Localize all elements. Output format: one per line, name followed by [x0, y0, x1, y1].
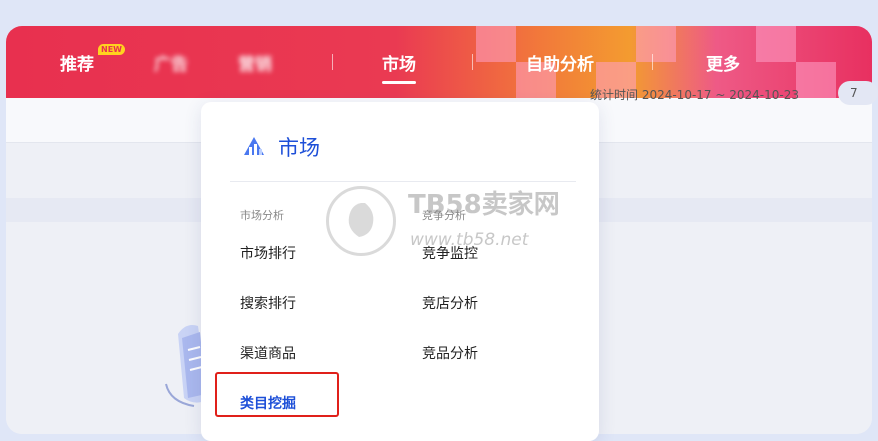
nav-decoration — [756, 26, 796, 62]
watermark-logo-icon — [326, 186, 396, 256]
nav-item-market[interactable]: 市场 — [382, 26, 416, 98]
nav-item-label: 广告 — [154, 54, 188, 75]
nav-item-recommend[interactable]: 推荐 NEW — [60, 26, 125, 98]
menu-item-category-mining[interactable]: 类目挖掘 — [240, 393, 296, 413]
new-badge: NEW — [98, 44, 125, 55]
nav-item-ads[interactable]: 广告 — [154, 26, 188, 98]
period-toggle[interactable]: 7 — [838, 81, 878, 105]
menu-divider — [230, 181, 576, 182]
nav-item-label: 推荐 — [60, 54, 94, 75]
nav-item-label: 自助分析 — [526, 54, 594, 75]
menu-item-channel-products[interactable]: 渠道商品 — [240, 343, 296, 363]
watermark-url: www.tb58.net — [410, 230, 529, 250]
menu-item-search-ranking[interactable]: 搜索排行 — [240, 293, 296, 313]
statistics-time: 统计时间 2024-10-17 ~ 2024-10-23 — [590, 88, 799, 102]
watermark-name: TB58卖家网 — [408, 190, 560, 220]
nav-item-label: 更多 — [706, 54, 740, 75]
nav-separator — [472, 54, 473, 70]
nav-item-label: 市场 — [382, 54, 416, 75]
nav-separator — [332, 54, 333, 70]
nav-decoration — [476, 26, 516, 62]
nav-decoration — [796, 62, 836, 98]
group-label-market-analysis: 市场分析 — [240, 209, 284, 222]
nav-item-label: 营销 — [238, 54, 272, 75]
nav-item-marketing[interactable]: 营销 — [238, 26, 272, 98]
menu-item-market-ranking[interactable]: 市场排行 — [240, 243, 296, 263]
menu-item-competitor-product-analysis[interactable]: 竞品分析 — [422, 343, 478, 363]
menu-header: 市场 — [240, 132, 320, 162]
nav-separator — [652, 54, 653, 70]
nav-decoration — [636, 26, 676, 62]
nav-item-self-analysis[interactable]: 自助分析 — [526, 26, 594, 98]
menu-title: 市场 — [278, 136, 320, 160]
market-chart-icon — [244, 137, 264, 155]
menu-item-competitor-store-analysis[interactable]: 竞店分析 — [422, 293, 478, 313]
